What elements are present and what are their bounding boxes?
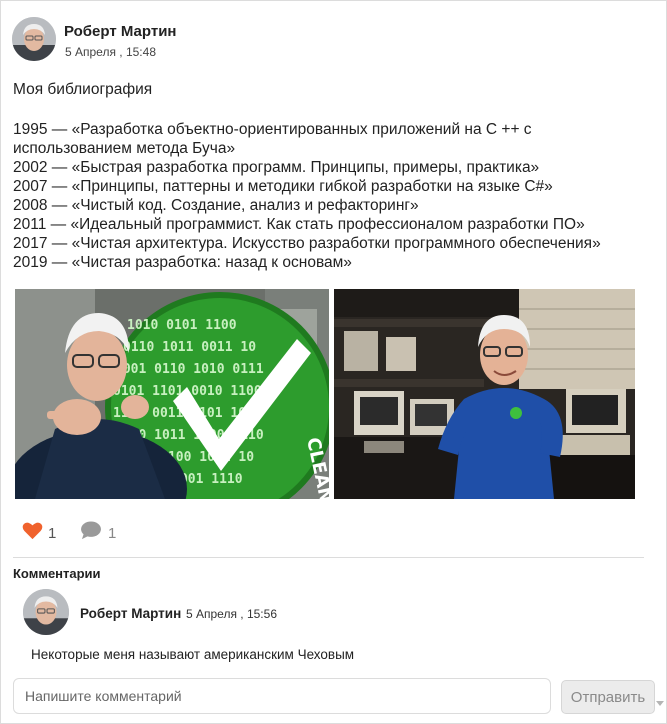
divider: [13, 557, 644, 558]
send-comment-button[interactable]: Отправить: [561, 680, 655, 714]
bibliography-item: 2019 — «Чистая разработка: назад к основ…: [13, 254, 352, 271]
post-photo-computer-room[interactable]: [334, 289, 635, 499]
comment-count: 1: [108, 524, 117, 542]
scroll-down-icon[interactable]: [656, 701, 664, 706]
comment-author[interactable]: Роберт Мартин: [80, 606, 181, 621]
post-photo-clean-code[interactable]: 1010 0101 1100 0110 1011 0011 10 1001 01…: [15, 289, 329, 499]
like-button[interactable]: 1: [22, 521, 56, 545]
svg-text:1010 0101 1100: 1010 0101 1100: [127, 318, 237, 333]
bibliography-item: 2007 — «Принципы, паттерны и методики ги…: [13, 178, 553, 195]
post-title: Моя библиография: [13, 81, 153, 98]
post-card: Роберт Мартин 5 Апреля , 15:48 Моя библи…: [0, 0, 667, 724]
comments-heading: Комментарии: [13, 566, 101, 581]
speech-bubble-icon: [80, 521, 102, 545]
comment-author-avatar[interactable]: [23, 589, 69, 635]
comments-button[interactable]: 1: [80, 521, 116, 545]
post-date: 5 Апреля , 15:48: [65, 45, 156, 59]
comment-input[interactable]: [13, 678, 551, 714]
post-author[interactable]: Роберт Мартин: [64, 23, 177, 40]
bibliography-item: 2017 — «Чистая архитектура. Искусство ра…: [13, 235, 601, 252]
bibliography-item: 1995 — «Разработка объектно-ориентирован…: [13, 121, 532, 157]
like-count: 1: [48, 524, 57, 542]
svg-text:0110 1011 0011 10: 0110 1011 0011 10: [123, 340, 256, 355]
heart-icon: [22, 521, 43, 545]
bibliography-list: 1995 — «Разработка объектно-ориентирован…: [13, 120, 653, 272]
comment-date: 5 Апреля , 15:56: [186, 607, 277, 621]
svg-text:1001 0110 1010 0111: 1001 0110 1010 0111: [115, 362, 264, 377]
bibliography-item: 2002 — «Быстрая разработка программ. При…: [13, 159, 540, 176]
bibliography-item: 2008 — «Чистый код. Создание, анализ и р…: [13, 197, 419, 214]
comment-text: Некоторые меня называют американским Чех…: [31, 647, 355, 662]
bibliography-item: 2011 — «Идеальный программист. Как стать…: [13, 216, 585, 233]
author-avatar[interactable]: [12, 17, 56, 61]
